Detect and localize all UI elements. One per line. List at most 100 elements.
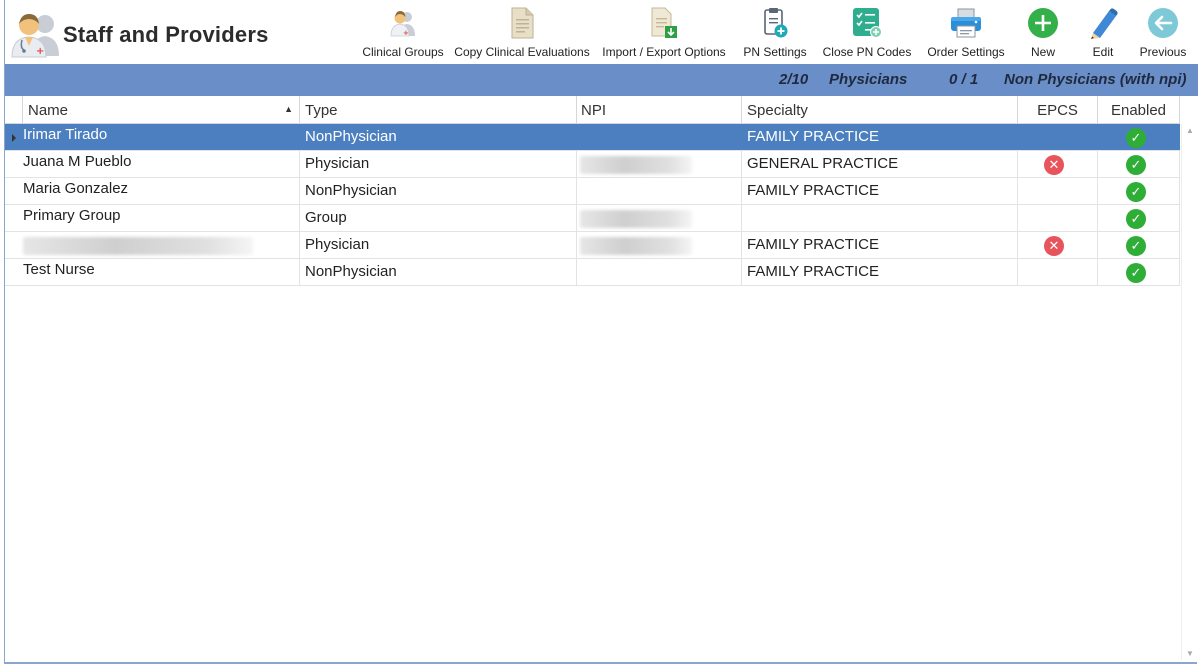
scroll-up-icon[interactable]: ▲ (1186, 126, 1194, 135)
enabled-check-icon: ✓ (1126, 128, 1146, 148)
column-header-npi-label: NPI (581, 102, 607, 119)
redacted-npi (580, 210, 692, 228)
nonphysicians-label: Non Physicians (with npi) (1004, 71, 1187, 88)
column-header-type[interactable]: Type (300, 96, 577, 124)
edit-label: Edit (1092, 45, 1114, 59)
cell-name: Maria Gonzalez (5, 178, 300, 205)
cell-enabled: ✓ (1098, 151, 1180, 178)
sort-ascending-icon: ▲ (284, 104, 293, 114)
arrow-left-circle-icon (1146, 6, 1180, 40)
cell-npi (577, 259, 742, 286)
column-header-epcs-label: EPCS (1037, 102, 1078, 119)
cell-specialty: FAMILY PRACTICE (742, 259, 1018, 286)
clipboard-plus-icon (758, 6, 792, 40)
plus-circle-icon (1026, 6, 1060, 40)
redacted-npi (580, 156, 692, 174)
pn-settings-button[interactable]: PN Settings (739, 6, 811, 62)
cell-type: NonPhysician (300, 259, 577, 286)
staff-avatar-icon: + (9, 10, 61, 58)
cell-epcs: ✕ (1018, 232, 1098, 259)
close-pn-codes-label: Close PN Codes (822, 45, 912, 59)
column-header-name[interactable]: Name ▲ (23, 96, 300, 124)
column-header-specialty[interactable]: Specialty (742, 96, 1018, 124)
table-row[interactable]: Physician FAMILY PRACTICE ✕ ✓ (5, 232, 1180, 259)
cell-type: Physician (300, 151, 577, 178)
redacted-npi (580, 237, 692, 255)
enabled-check-icon: ✓ (1126, 263, 1146, 283)
cell-epcs: ✕ (1018, 151, 1098, 178)
cell-npi (577, 151, 742, 178)
physicians-count: 2/10 (779, 71, 809, 88)
cell-specialty: FAMILY PRACTICE (747, 128, 879, 145)
header: + Staff and Providers + Clinical Groups (5, 0, 1198, 64)
cell-name: Primary Group (5, 205, 300, 232)
cell-npi (577, 124, 742, 151)
table-row[interactable]: Juana M Pueblo Physician GENERAL PRACTIC… (5, 151, 1180, 178)
cell-npi (577, 178, 742, 205)
order-settings-button[interactable]: Order Settings (923, 6, 1009, 62)
epcs-disabled-icon: ✕ (1044, 236, 1064, 256)
column-header-npi[interactable]: NPI (577, 96, 742, 124)
cell-specialty: FAMILY PRACTICE (742, 178, 1018, 205)
order-settings-label: Order Settings (927, 45, 1005, 59)
copy-document-icon (505, 6, 539, 40)
nonphysicians-count: 0 / 1 (949, 71, 979, 88)
copy-clinical-evaluations-label: Copy Clinical Evaluations (454, 45, 590, 59)
column-header-enabled[interactable]: Enabled (1098, 96, 1180, 124)
previous-label: Previous (1139, 45, 1187, 59)
copy-clinical-evaluations-button[interactable]: Copy Clinical Evaluations (452, 6, 592, 62)
cell-epcs (1018, 178, 1098, 205)
cell-npi (577, 205, 742, 232)
import-export-options-label: Import / Export Options (602, 45, 726, 59)
staff-grid: Name ▲ Type NPI Specialty EPCS Enabled I… (5, 96, 1198, 662)
cell-enabled: ✓ (1098, 205, 1180, 232)
cell-specialty (742, 205, 1018, 232)
cell-type: NonPhysician (300, 178, 577, 205)
header-gutter (5, 96, 23, 124)
column-header-specialty-label: Specialty (747, 102, 808, 119)
epcs-disabled-icon: ✕ (1044, 155, 1064, 175)
cell-enabled: ✓ (1098, 178, 1180, 205)
import-export-icon (647, 6, 681, 40)
clinical-groups-label: Clinical Groups (362, 45, 444, 59)
table-row[interactable]: Primary Group Group ✓ (5, 205, 1180, 232)
table-row[interactable]: Test Nurse NonPhysician FAMILY PRACTICE … (5, 259, 1180, 286)
cell-specialty: GENERAL PRACTICE (742, 151, 1018, 178)
physicians-label: Physicians (829, 71, 908, 88)
vertical-scrollbar[interactable]: ▲ ▼ (1181, 124, 1198, 660)
table-row[interactable]: Irimar Tirado NonPhysician FAMILY PRACTI… (5, 124, 1180, 151)
cell-epcs (1018, 205, 1098, 232)
new-label: New (1030, 45, 1055, 59)
cell-enabled: ✓ (1098, 124, 1180, 151)
new-button[interactable]: New (1023, 6, 1063, 62)
table-row[interactable]: Maria Gonzalez NonPhysician FAMILY PRACT… (5, 178, 1180, 205)
edit-button[interactable]: Edit (1083, 6, 1123, 62)
cell-npi (577, 232, 742, 259)
pn-settings-label: PN Settings (743, 45, 807, 59)
column-header-type-label: Type (305, 102, 338, 119)
previous-button[interactable]: Previous (1135, 6, 1191, 62)
clinical-groups-button[interactable]: + Clinical Groups (361, 6, 445, 62)
scroll-down-icon[interactable]: ▼ (1186, 649, 1194, 658)
cell-type: Group (300, 205, 577, 232)
import-export-options-button[interactable]: Import / Export Options (597, 6, 731, 62)
column-header-name-label: Name (28, 102, 69, 119)
printer-icon (949, 6, 983, 40)
clinical-groups-icon: + (386, 6, 420, 40)
enabled-check-icon: ✓ (1126, 209, 1146, 229)
svg-text:+: + (36, 46, 44, 57)
staff-providers-window: + Staff and Providers + Clinical Groups (4, 0, 1198, 664)
cell-enabled: ✓ (1098, 232, 1180, 259)
enabled-check-icon: ✓ (1126, 182, 1146, 202)
column-header-enabled-label: Enabled (1110, 102, 1167, 119)
svg-text:+: + (403, 29, 409, 37)
column-header-epcs[interactable]: EPCS (1018, 96, 1098, 124)
redacted-name (23, 237, 253, 255)
cell-name: Irimar Tirado (23, 126, 108, 143)
cell-specialty: FAMILY PRACTICE (742, 232, 1018, 259)
cell-epcs (1018, 259, 1098, 286)
close-pn-codes-button[interactable]: Close PN Codes (819, 6, 915, 62)
cell-enabled: ✓ (1098, 259, 1180, 286)
cell-type: NonPhysician (305, 128, 397, 145)
page-title: Staff and Providers (63, 22, 269, 47)
